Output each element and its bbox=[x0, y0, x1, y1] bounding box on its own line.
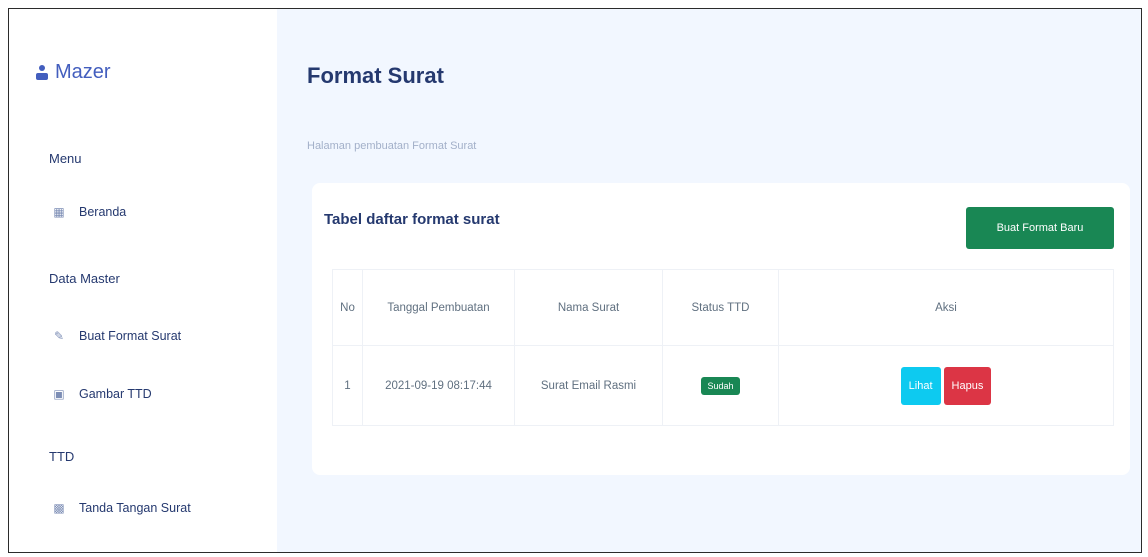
grid-icon: ▦ bbox=[53, 205, 65, 219]
brand-logo[interactable]: Mazer bbox=[35, 61, 111, 84]
format-surat-card: Tabel daftar format surat Buat Format Ba… bbox=[312, 183, 1130, 475]
user-icon bbox=[35, 64, 49, 81]
sidebar-item-label: Gambar TTD bbox=[79, 387, 152, 401]
new-format-button[interactable]: Buat Format Baru bbox=[966, 207, 1114, 249]
sidebar-section-ttd: TTD bbox=[49, 449, 75, 464]
sidebar-item-label: Beranda bbox=[79, 205, 127, 219]
card-title: Tabel daftar format surat bbox=[324, 211, 500, 228]
cell-no: 1 bbox=[332, 345, 363, 426]
column-header: No bbox=[332, 269, 363, 346]
column-header: Tanggal Pembuatan bbox=[362, 269, 515, 346]
column-header: Aksi bbox=[778, 269, 1114, 346]
app-window: Mazer Menu ▦ Beranda Data Master ✎ Buat … bbox=[8, 8, 1142, 553]
sidebar: Mazer Menu ▦ Beranda Data Master ✎ Buat … bbox=[9, 9, 277, 552]
page-subtitle: Halaman pembuatan Format Surat bbox=[307, 140, 477, 152]
delete-button[interactable]: Hapus bbox=[943, 366, 992, 405]
column-header: Nama Surat bbox=[514, 269, 663, 346]
status-badge: Sudah bbox=[701, 376, 740, 395]
brand-name: Mazer bbox=[55, 61, 111, 83]
page-title: Format Surat bbox=[307, 63, 444, 88]
sidebar-section-menu: Menu bbox=[49, 151, 82, 166]
sidebar-item-buat-format-surat[interactable]: ✎ Buat Format Surat bbox=[53, 329, 181, 343]
sidebar-item-label: Buat Format Surat bbox=[79, 329, 182, 343]
cell-tanggal: 2021-09-19 08:17:44 bbox=[362, 345, 515, 426]
cell-actions: Lihat Hapus bbox=[778, 345, 1114, 426]
edit-icon: ✎ bbox=[53, 329, 65, 343]
sidebar-item-gambar-ttd[interactable]: ▣ Gambar TTD bbox=[53, 387, 152, 401]
cell-status: Sudah bbox=[662, 345, 779, 426]
format-table: No Tanggal Pembuatan Nama Surat Status T… bbox=[332, 269, 1114, 426]
image-icon: ▣ bbox=[53, 387, 65, 401]
table-row: 1 2021-09-19 08:17:44 Surat Email Rasmi … bbox=[332, 345, 1114, 426]
sidebar-item-label: Tanda Tangan Surat bbox=[79, 501, 191, 515]
file-icon: ▩ bbox=[53, 501, 65, 515]
cell-nama-surat: Surat Email Rasmi bbox=[514, 345, 663, 426]
main-content: Format Surat Halaman pembuatan Format Su… bbox=[277, 9, 1141, 552]
column-header: Status TTD bbox=[662, 269, 779, 346]
sidebar-item-tanda-tangan-surat[interactable]: ▩ Tanda Tangan Surat bbox=[53, 501, 191, 515]
view-button[interactable]: Lihat bbox=[900, 366, 941, 405]
sidebar-section-data-master: Data Master bbox=[49, 271, 120, 286]
sidebar-item-beranda[interactable]: ▦ Beranda bbox=[53, 205, 126, 219]
table-header-row: No Tanggal Pembuatan Nama Surat Status T… bbox=[332, 269, 1114, 346]
